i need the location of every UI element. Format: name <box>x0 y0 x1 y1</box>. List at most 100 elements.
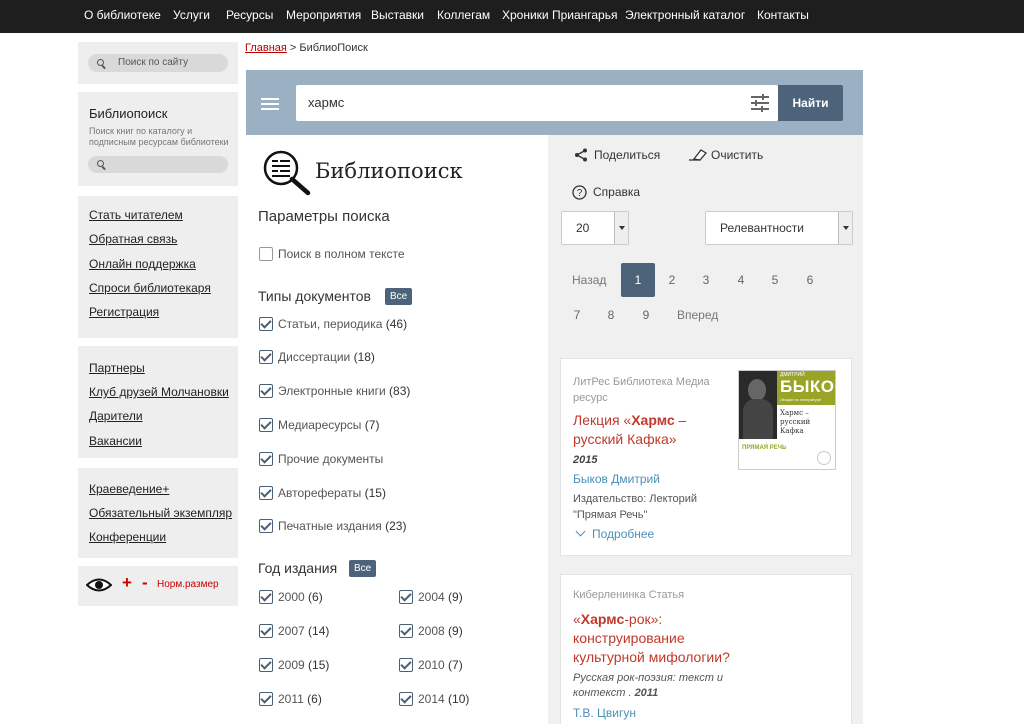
filter-panel: Библиопоиск Параметры поиска Поиск в пол… <box>246 135 548 724</box>
link-donors[interactable]: Дарители <box>89 409 143 423</box>
page-4[interactable]: 4 <box>724 263 758 297</box>
years-all-button[interactable]: Все <box>349 560 377 577</box>
link-conferences[interactable]: Конференции <box>89 530 166 544</box>
help-button[interactable]: ? Справка <box>572 185 640 200</box>
fulltext-label: Поиск в полном тексте <box>278 247 405 261</box>
clear-label: Очистить <box>711 148 764 162</box>
year-checkbox[interactable] <box>399 658 413 672</box>
filter-settings-icon[interactable] <box>751 94 769 112</box>
doctype-checkbox[interactable] <box>259 519 273 533</box>
find-button[interactable]: Найти <box>778 85 843 121</box>
per-page-select[interactable]: 20 <box>561 211 629 245</box>
svg-text:?: ? <box>577 188 583 199</box>
result-title[interactable]: «Хармс-рок»: конструирование культурной … <box>573 610 753 667</box>
year-label: 2008 (9) <box>418 624 463 638</box>
fulltext-checkbox[interactable] <box>259 247 273 261</box>
nav-exhibitions[interactable]: Выставки <box>371 8 424 22</box>
result-author[interactable]: Быков Дмитрий <box>573 472 660 486</box>
nav-catalog[interactable]: Электронный каталог <box>625 8 745 22</box>
breadcrumb-home[interactable]: Главная <box>245 42 287 54</box>
site-search-placeholder: Поиск по сайту <box>118 57 189 68</box>
year-label: 2007 (14) <box>278 624 330 638</box>
link-legal-deposit[interactable]: Обязательный экземпляр <box>89 506 232 520</box>
biblio-search-input[interactable] <box>88 156 228 173</box>
accessibility-box: + - Норм.размер <box>78 566 238 606</box>
page-5[interactable]: 5 <box>758 263 792 297</box>
page-6[interactable]: 6 <box>793 263 827 297</box>
page-1[interactable]: 1 <box>621 263 655 297</box>
increase-font-button[interactable]: + <box>122 573 132 593</box>
link-registration[interactable]: Регистрация <box>89 305 159 319</box>
page-8[interactable]: 8 <box>594 298 628 332</box>
book-cover[interactable]: ДМИТРИЙ БЫКОВ Лекции по литературе Хармс… <box>738 370 836 470</box>
link-partners[interactable]: Партнеры <box>89 361 145 375</box>
nav-contacts[interactable]: Контакты <box>757 8 809 22</box>
doctype-label: Печатные издания (23) <box>278 519 407 533</box>
biblio-logo-icon <box>263 150 311 196</box>
doc-types-all-button[interactable]: Все <box>385 288 413 305</box>
nav-resources[interactable]: Ресурсы <box>226 8 273 22</box>
eye-icon[interactable] <box>86 578 112 592</box>
link-local-history[interactable]: Краеведение+ <box>89 482 169 496</box>
year-label: 2011 (6) <box>278 692 322 706</box>
sort-select[interactable]: Релевантности <box>705 211 853 245</box>
sidebar-links-group-2: Партнеры Клуб друзей Молчановки Дарители… <box>78 346 238 458</box>
link-become-reader[interactable]: Стать читателем <box>89 208 183 222</box>
chevron-down-icon <box>575 526 586 537</box>
share-icon <box>575 148 587 162</box>
doctype-label: Прочие документы <box>278 452 384 466</box>
nav-services[interactable]: Услуги <box>173 8 210 22</box>
link-ask-librarian[interactable]: Спроси библиотекаря <box>89 281 211 295</box>
pagination-prev[interactable]: Назад <box>572 263 606 297</box>
pagination-next[interactable]: Вперед <box>677 298 718 332</box>
year-label: 2004 (9) <box>418 590 463 604</box>
year-label: 2014 (10) <box>418 692 470 706</box>
year-checkbox[interactable] <box>259 658 273 672</box>
doctype-checkbox[interactable] <box>259 350 273 364</box>
nav-colleagues[interactable]: Коллегам <box>437 8 490 22</box>
doctype-checkbox[interactable] <box>259 452 273 466</box>
link-online-support[interactable]: Онлайн поддержка <box>89 257 196 271</box>
menu-icon[interactable] <box>261 98 279 110</box>
year-checkbox[interactable] <box>259 624 273 638</box>
cover-title-band: ДМИТРИЙ БЫКОВ Лекции по литературе <box>777 371 835 405</box>
doctype-checkbox[interactable] <box>259 418 273 432</box>
page-3[interactable]: 3 <box>689 263 723 297</box>
page-2[interactable]: 2 <box>655 263 689 297</box>
doctype-checkbox[interactable] <box>259 486 273 500</box>
site-search-input[interactable]: Поиск по сайту <box>88 54 228 72</box>
result-card: ЛитРес Библиотека Медиа ресурс Лекция «Х… <box>560 358 852 556</box>
eraser-icon <box>689 149 707 161</box>
link-vacancies[interactable]: Вакансии <box>89 434 142 448</box>
decrease-font-button[interactable]: - <box>142 573 148 593</box>
nav-chronicles[interactable]: Хроники Приангарья <box>502 8 617 22</box>
result-year: 2015 <box>573 454 598 466</box>
search-input[interactable]: хармс <box>296 85 778 121</box>
share-button[interactable]: Поделиться <box>574 148 660 162</box>
result-card: Киберленинка Статья «Хармс-рок»: констру… <box>560 574 852 724</box>
doctype-label: Диссертации (18) <box>278 350 375 364</box>
clear-button[interactable]: Очистить <box>689 148 763 162</box>
link-friends-club[interactable]: Клуб друзей Молчановки <box>89 385 229 399</box>
per-page-value: 20 <box>576 221 590 235</box>
page-7[interactable]: 7 <box>560 298 594 332</box>
doctype-checkbox[interactable] <box>259 317 273 331</box>
page-9[interactable]: 9 <box>629 298 663 332</box>
doctype-checkbox[interactable] <box>259 384 273 398</box>
results-panel: Поделиться Очистить ? Справка 20 Релеван… <box>548 135 863 724</box>
year-checkbox[interactable] <box>399 692 413 706</box>
year-checkbox[interactable] <box>259 692 273 706</box>
link-feedback[interactable]: Обратная связь <box>89 232 177 246</box>
doctype-label: Электронные книги (83) <box>278 384 411 398</box>
normal-size-button[interactable]: Норм.размер <box>157 579 219 590</box>
nav-about[interactable]: О библиотеке <box>84 8 161 22</box>
more-link[interactable]: Подробнее <box>575 526 654 541</box>
nav-events[interactable]: Мероприятия <box>286 8 361 22</box>
year-checkbox[interactable] <box>399 624 413 638</box>
doctype-label: Медиаресурсы (7) <box>278 418 380 432</box>
result-publisher: Издательство: Лекторий "Прямая Речь" <box>573 493 698 521</box>
year-checkbox[interactable] <box>259 590 273 604</box>
year-checkbox[interactable] <box>399 590 413 604</box>
result-title[interactable]: Лекция «Хармс – русский Кафка» <box>573 411 731 449</box>
result-author[interactable]: Т.В. Цвигун <box>573 706 636 720</box>
